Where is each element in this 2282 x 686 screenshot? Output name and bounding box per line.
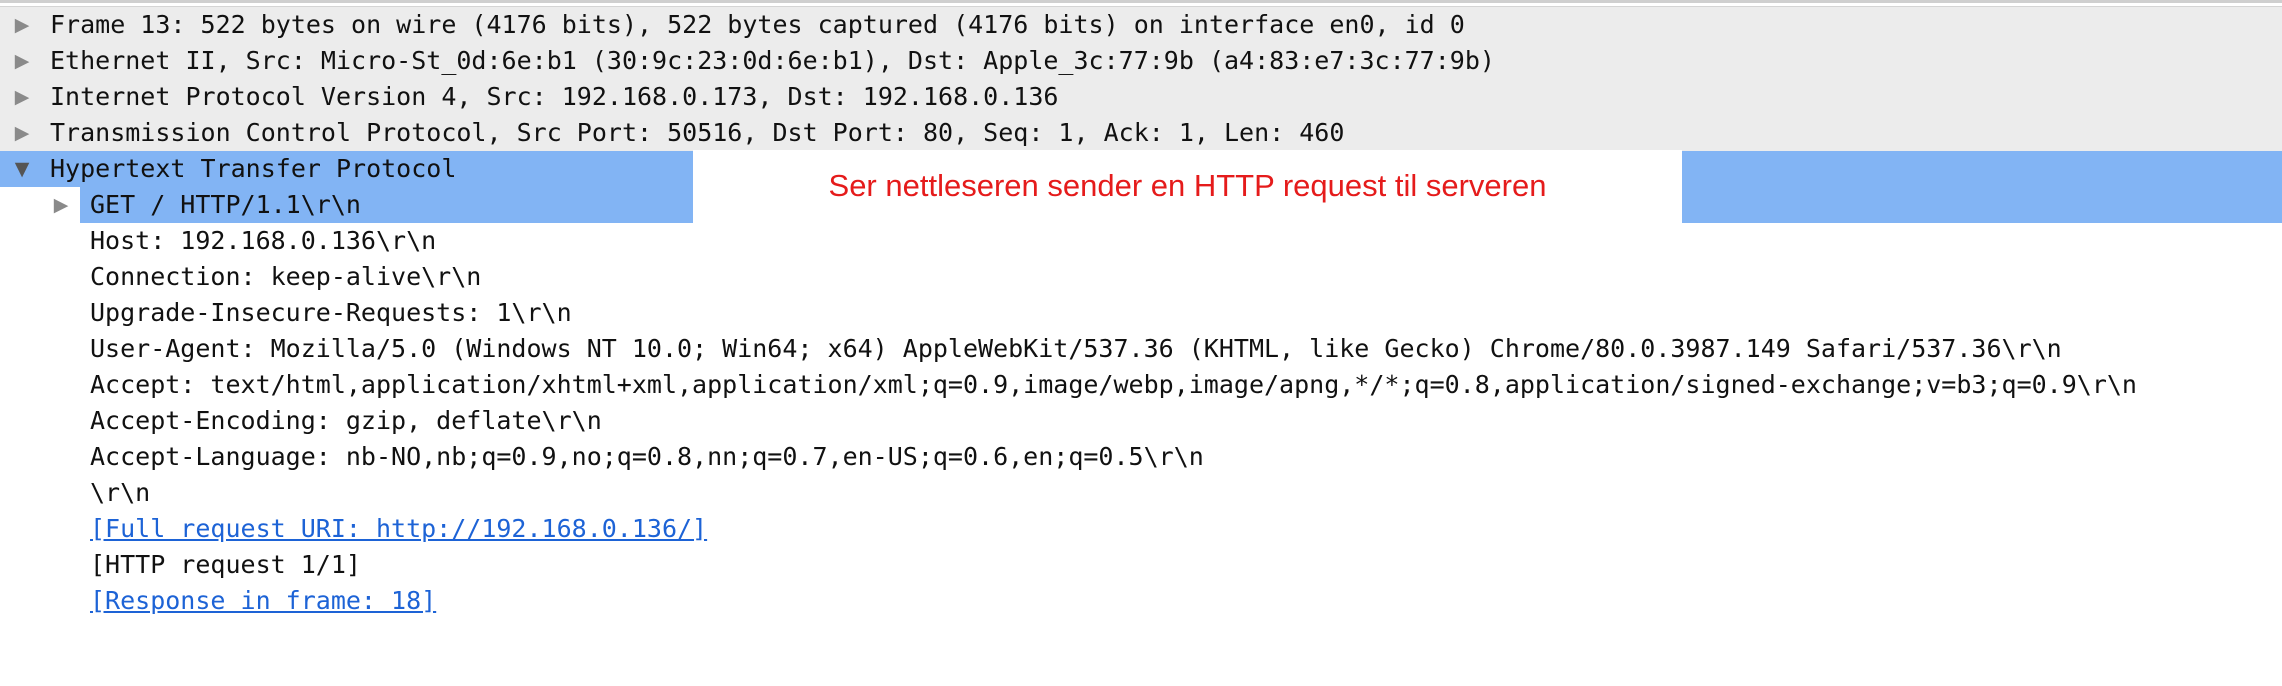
- host-header: Host: 192.168.0.136\r\n: [90, 226, 437, 255]
- request-line: GET / HTTP/1.1\r\n: [90, 190, 361, 219]
- window-top-border: [0, 0, 2282, 3]
- accept-language-header: Accept-Language: nb-NO,nb;q=0.9,no;q=0.8…: [90, 442, 1204, 471]
- upgrade-insecure-header: Upgrade-Insecure-Requests: 1\r\n: [90, 298, 572, 327]
- annotation-callout: Ser nettleseren sender en HTTP request t…: [693, 150, 1682, 222]
- frame-summary: Frame 13: 522 bytes on wire (4176 bits),…: [50, 10, 1465, 39]
- expand-arrow-icon[interactable]: ▶: [51, 187, 71, 223]
- tree-row-upgrade[interactable]: Upgrade-Insecure-Requests: 1\r\n: [0, 295, 2282, 331]
- tcp-summary: Transmission Control Protocol, Src Port:…: [50, 118, 1345, 147]
- tree-row-accept-encoding[interactable]: Accept-Encoding: gzip, deflate\r\n: [0, 403, 2282, 439]
- http-request-count: [HTTP request 1/1]: [90, 550, 361, 579]
- expand-arrow-icon[interactable]: ▶: [12, 79, 32, 115]
- accept-encoding-header: Accept-Encoding: gzip, deflate\r\n: [90, 406, 602, 435]
- tree-row-frame[interactable]: ▶ Frame 13: 522 bytes on wire (4176 bits…: [0, 6, 2282, 43]
- collapse-arrow-icon[interactable]: ▼: [12, 151, 32, 187]
- expand-arrow-icon[interactable]: ▶: [12, 43, 32, 79]
- http-summary: Hypertext Transfer Protocol: [50, 154, 457, 183]
- ethernet-summary: Ethernet II, Src: Micro-St_0d:6e:b1 (30:…: [50, 46, 1495, 75]
- tree-row-response-frame[interactable]: [Response in frame: 18]: [0, 583, 2282, 619]
- response-frame-link[interactable]: [Response in frame: 18]: [90, 583, 436, 619]
- tree-row-user-agent[interactable]: User-Agent: Mozilla/5.0 (Windows NT 10.0…: [0, 331, 2282, 367]
- tree-row-tcp[interactable]: ▶ Transmission Control Protocol, Src Por…: [0, 115, 2282, 151]
- full-request-uri-link[interactable]: [Full request URI: http://192.168.0.136/…: [90, 511, 707, 547]
- tree-row-accept-language[interactable]: Accept-Language: nb-NO,nb;q=0.9,no;q=0.8…: [0, 439, 2282, 475]
- crlf-terminator: \r\n: [90, 478, 151, 507]
- expand-arrow-icon[interactable]: ▶: [12, 115, 32, 151]
- selection-highlight: [1682, 187, 2282, 223]
- connection-header: Connection: keep-alive\r\n: [90, 262, 482, 291]
- packet-details-tree: ▶ Frame 13: 522 bytes on wire (4176 bits…: [0, 6, 2282, 619]
- tree-row-connection[interactable]: Connection: keep-alive\r\n: [0, 259, 2282, 295]
- tree-row-crlf[interactable]: \r\n: [0, 475, 2282, 511]
- expand-arrow-icon[interactable]: ▶: [12, 7, 32, 43]
- accept-header: Accept: text/html,application/xhtml+xml,…: [90, 370, 2137, 399]
- tree-row-request-count[interactable]: [HTTP request 1/1]: [0, 547, 2282, 583]
- tree-row-ip[interactable]: ▶ Internet Protocol Version 4, Src: 192.…: [0, 79, 2282, 115]
- ip-summary: Internet Protocol Version 4, Src: 192.16…: [50, 82, 1059, 111]
- tree-row-accept[interactable]: Accept: text/html,application/xhtml+xml,…: [0, 367, 2282, 403]
- tree-row-ethernet[interactable]: ▶ Ethernet II, Src: Micro-St_0d:6e:b1 (3…: [0, 43, 2282, 79]
- tree-row-host[interactable]: Host: 192.168.0.136\r\n: [0, 223, 2282, 259]
- tree-row-full-uri[interactable]: [Full request URI: http://192.168.0.136/…: [0, 511, 2282, 547]
- user-agent-header: User-Agent: Mozilla/5.0 (Windows NT 10.0…: [90, 334, 2062, 363]
